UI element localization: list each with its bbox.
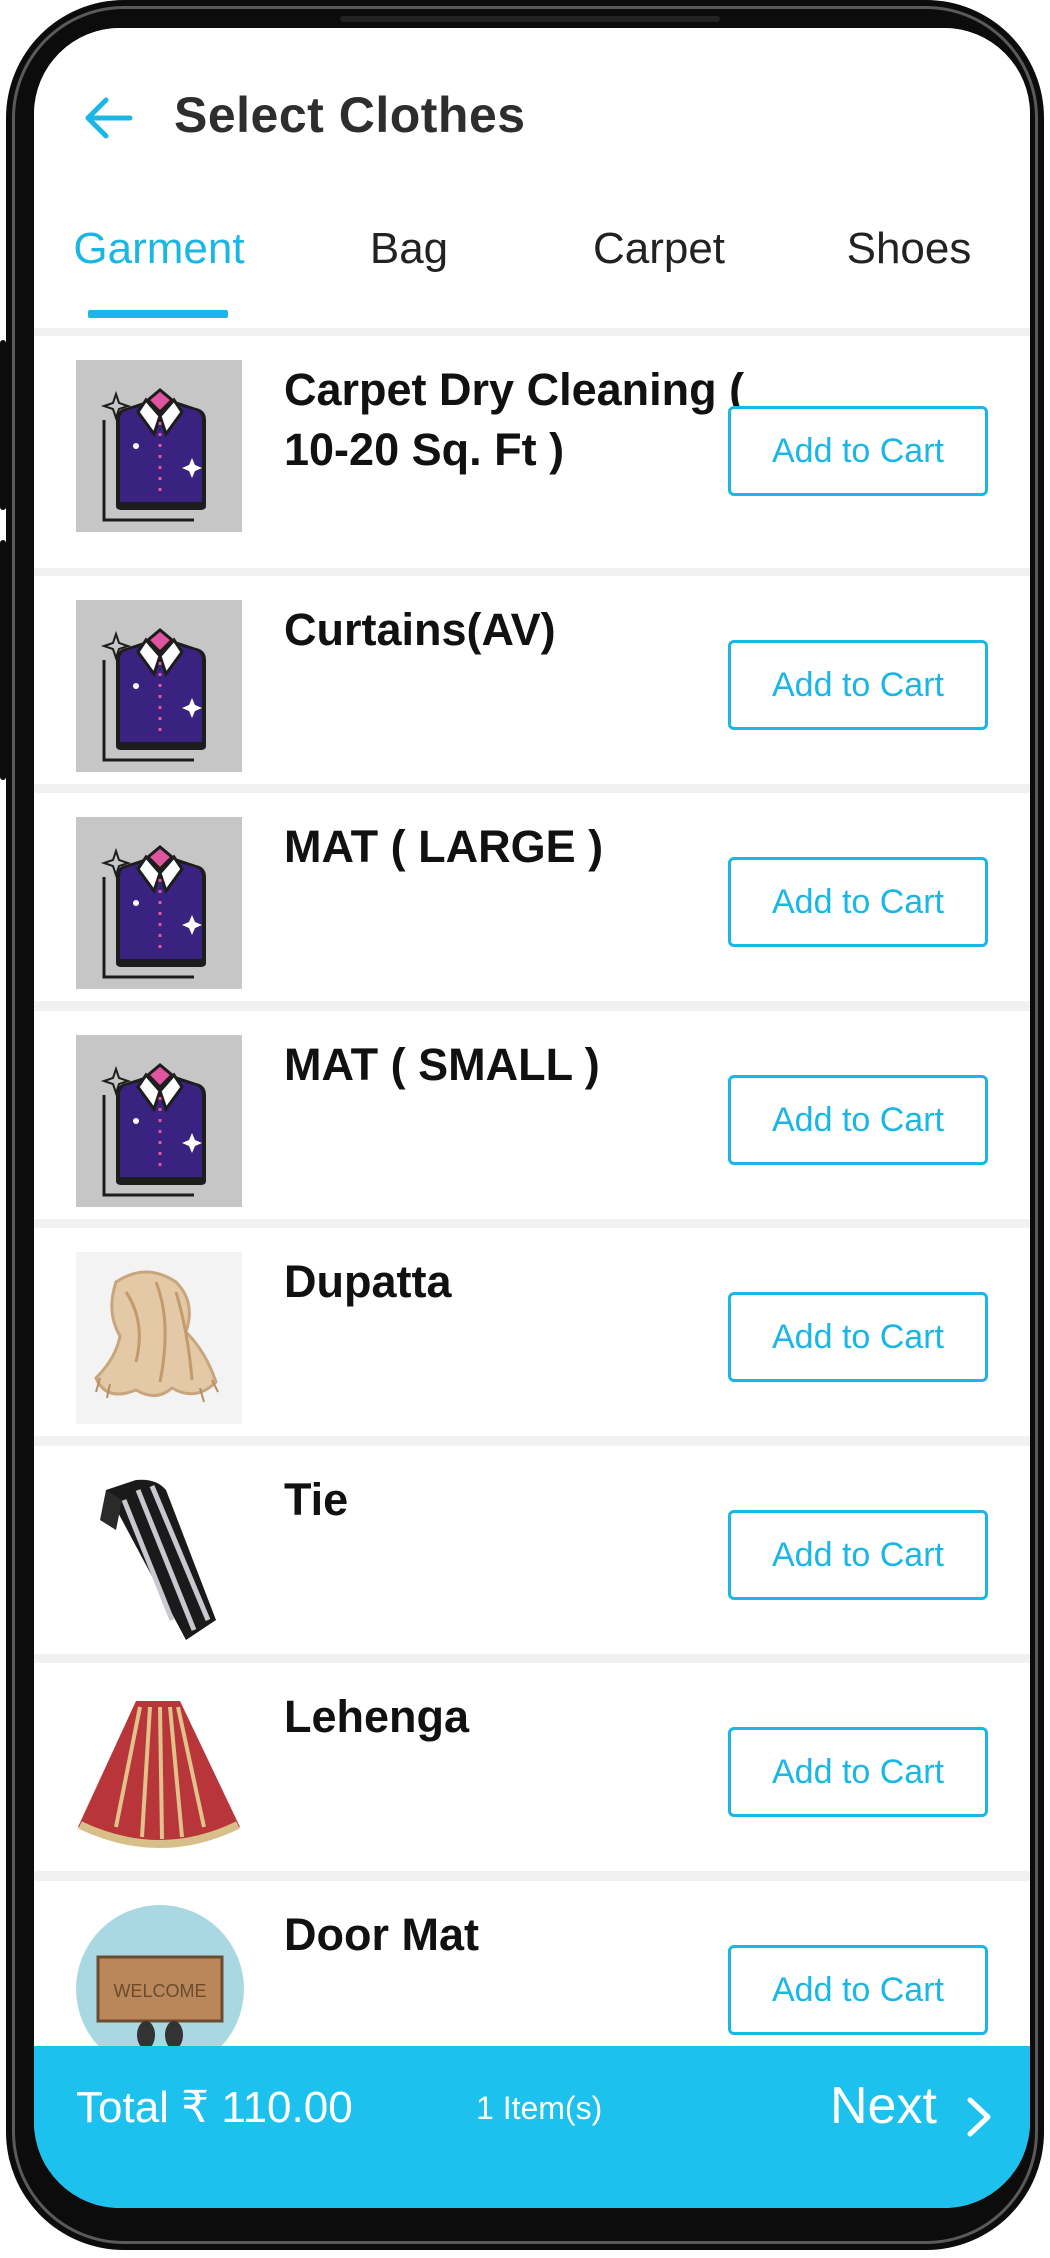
list-item: Curtains(AV) Add to Cart (34, 576, 1030, 784)
list-item: MAT ( SMALL ) Add to Cart (34, 1011, 1030, 1219)
phone-side-button (0, 340, 6, 510)
shirt-icon (76, 360, 242, 532)
add-to-cart-button[interactable]: Add to Cart (728, 1945, 988, 2035)
list-item: Tie Add to Cart (34, 1446, 1030, 1654)
list-item: MAT ( LARGE ) Add to Cart (34, 793, 1030, 1001)
chevron-right-icon[interactable] (962, 2092, 996, 2142)
tab-garment[interactable]: Garment (34, 224, 284, 274)
item-name: Carpet Dry Cleaning ( 10-20 Sq. Ft ) (284, 364, 745, 475)
add-to-cart-button[interactable]: Add to Cart (728, 857, 988, 947)
app-bar: Select Clothes Garment Bag Carpet Shoes (34, 28, 1030, 328)
tie-image (76, 1470, 242, 1642)
shirt-icon (76, 600, 242, 772)
list-item: Carpet Dry Cleaning ( 10-20 Sq. Ft ) Add… (34, 336, 1030, 568)
shirt-icon (76, 1035, 242, 1207)
add-to-cart-button[interactable]: Add to Cart (728, 1510, 988, 1600)
item-name: Door Mat (284, 1909, 479, 1960)
phone-speaker (340, 16, 720, 22)
app-screen: Select Clothes Garment Bag Carpet Shoes (34, 28, 1030, 2208)
active-tab-indicator (88, 310, 228, 318)
dupatta-image (76, 1252, 242, 1424)
item-name: Curtains(AV) (284, 604, 556, 655)
add-to-cart-button[interactable]: Add to Cart (728, 1075, 988, 1165)
item-name: Tie (284, 1474, 349, 1525)
tab-bag[interactable]: Bag (284, 224, 534, 274)
item-name: MAT ( SMALL ) (284, 1039, 600, 1090)
add-to-cart-button[interactable]: Add to Cart (728, 1727, 988, 1817)
arrow-left-icon[interactable] (80, 90, 136, 146)
lehenga-image (76, 1687, 242, 1859)
add-to-cart-button[interactable]: Add to Cart (728, 406, 988, 496)
door-mat-text: WELCOME (113, 1981, 206, 2001)
tab-carpet[interactable]: Carpet (534, 224, 784, 274)
next-button[interactable]: Next (830, 2076, 937, 2136)
add-to-cart-button[interactable]: Add to Cart (728, 1292, 988, 1382)
shirt-icon (76, 817, 242, 989)
item-name: MAT ( LARGE ) (284, 821, 604, 872)
page-title: Select Clothes (174, 87, 526, 143)
item-name: Dupatta (284, 1256, 452, 1307)
tab-shoes[interactable]: Shoes (784, 224, 1030, 274)
phone-side-button (0, 540, 6, 780)
list-item: Dupatta Add to Cart (34, 1228, 1030, 1436)
add-to-cart-button[interactable]: Add to Cart (728, 640, 988, 730)
item-name: Lehenga (284, 1691, 470, 1742)
cart-total: Total ₹ 110.00 (76, 2083, 353, 2132)
list-item: Lehenga Add to Cart (34, 1663, 1030, 1871)
item-count: 1 Item(s) (476, 2090, 603, 2126)
checkout-bar: Total ₹ 110.00 1 Item(s) Next (34, 2046, 1030, 2208)
